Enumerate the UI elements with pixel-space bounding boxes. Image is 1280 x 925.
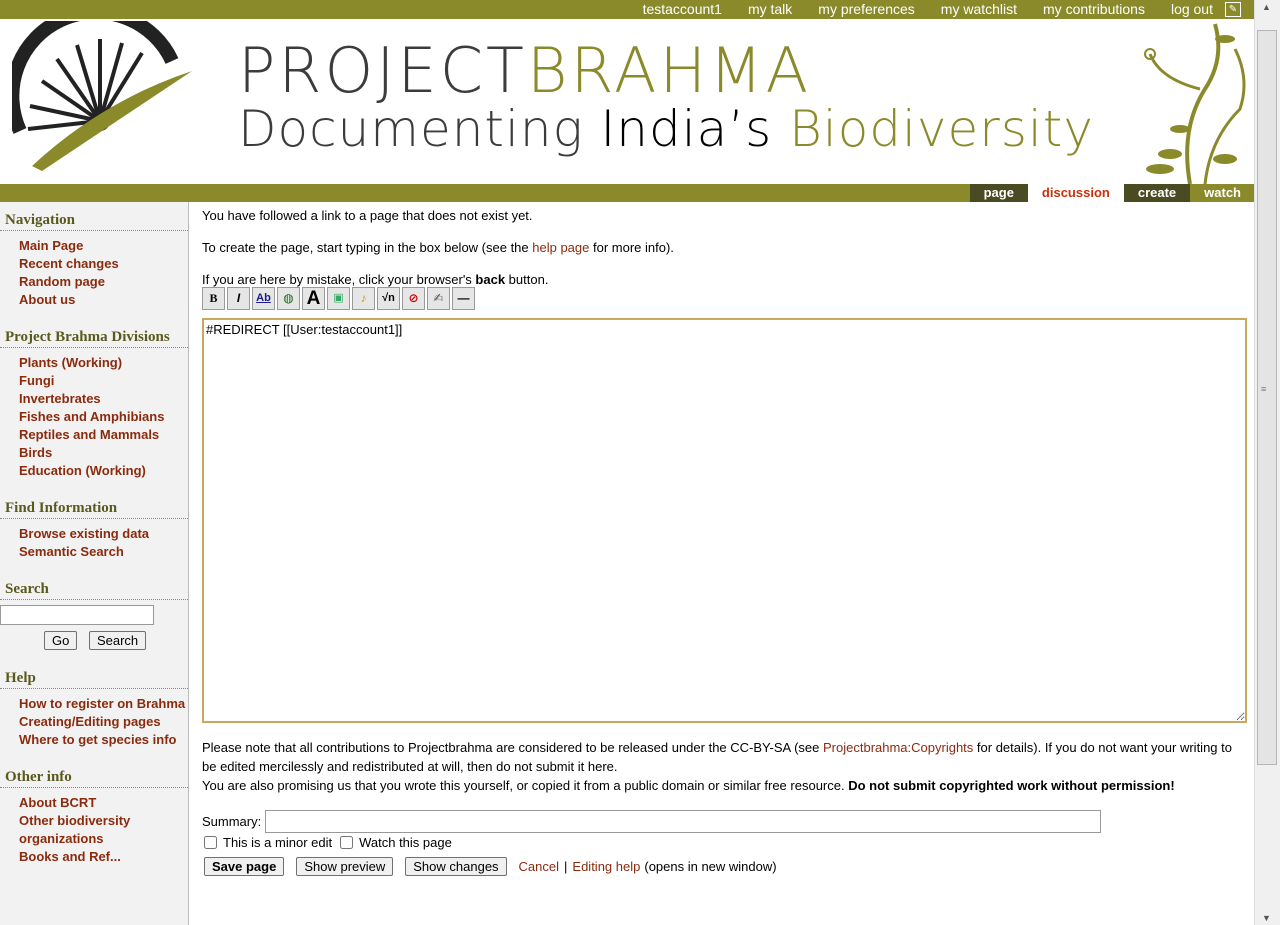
sidebar-item-reptiles-mammals[interactable]: Reptiles and Mammals <box>19 426 188 444</box>
signature-icon[interactable]: ✍ <box>427 287 450 310</box>
personal-toolbar: testaccount1 my talk my preferences my w… <box>0 0 1255 19</box>
headline-icon[interactable]: A <box>302 287 325 310</box>
search-heading: Search <box>0 571 188 600</box>
summary-label: Summary: <box>202 814 262 829</box>
search-button[interactable]: Search <box>88 631 147 650</box>
copyrights-link[interactable]: Projectbrahma:Copyrights <box>823 740 973 755</box>
user-link[interactable]: testaccount1 <box>643 1 722 17</box>
sidebar: Navigation Main Page Recent changes Rand… <box>0 202 189 925</box>
nowiki-icon[interactable]: ⊘ <box>402 287 425 310</box>
sidebar-item-recent-changes[interactable]: Recent changes <box>19 255 188 273</box>
image-icon[interactable]: ▣ <box>327 287 350 310</box>
site-title: PROJECTBRAHMA <box>238 34 811 107</box>
sidebar-item-books[interactable]: Books and Ref... <box>19 848 188 866</box>
sidebar-item-how-to-register[interactable]: How to register on Brahma <box>19 695 188 713</box>
navigation-heading: Navigation <box>0 202 188 231</box>
search-portlet: Search Go Search <box>0 571 188 650</box>
site-header: PROJECTBRAHMA Documenting India’s Biodiv… <box>0 19 1255 184</box>
my-talk-link[interactable]: my talk <box>748 1 792 17</box>
new-window-note: (opens in new window) <box>644 859 777 874</box>
chakra-logo-icon[interactable] <box>12 21 197 181</box>
sidebar-item-invertebrates[interactable]: Invertebrates <box>19 390 188 408</box>
find-portlet: Find Information Browse existing data Se… <box>0 490 188 561</box>
save-page-button[interactable]: Save page <box>204 857 285 876</box>
sidebar-item-random-page[interactable]: Random page <box>19 273 188 291</box>
tab-watch[interactable]: watch <box>1190 184 1255 202</box>
bold-icon[interactable]: B <box>202 287 225 310</box>
minor-edit-checkbox[interactable] <box>204 836 217 849</box>
sidebar-item-fungi[interactable]: Fungi <box>19 372 188 390</box>
sidebar-item-about-bcrt[interactable]: About BCRT <box>19 794 188 812</box>
sidebar-item-species-info[interactable]: Where to get species info <box>19 731 188 749</box>
scroll-down-icon[interactable]: ▼ <box>1262 913 1271 923</box>
copyright-notice: Please note that all contributions to Pr… <box>202 740 1232 793</box>
sidebar-item-other-orgs[interactable]: Other biodiversity organizations <box>19 812 188 848</box>
math-icon[interactable]: √n <box>377 287 400 310</box>
divisions-heading: Project Brahma Divisions <box>0 319 188 348</box>
watch-page-label: Watch this page <box>359 835 452 850</box>
log-out-link[interactable]: log out <box>1171 1 1213 17</box>
scroll-up-icon[interactable]: ▲ <box>1262 2 1271 12</box>
divisions-portlet: Project Brahma Divisions Plants (Working… <box>0 319 188 480</box>
other-portlet: Other info About BCRT Other biodiversity… <box>0 759 188 866</box>
edit-actions: Save page Show preview Show changes Canc… <box>204 857 777 876</box>
edit-options: This is a minor edit Watch this page <box>204 835 452 850</box>
site-tagline: Documenting India’s Biodiversity <box>238 100 1094 158</box>
tab-discussion[interactable]: discussion <box>1027 184 1124 202</box>
no-page-message: You have followed a link to a page that … <box>202 208 533 223</box>
content-tabs: page discussion create watch <box>0 184 1255 202</box>
external-link-icon[interactable]: ◍ <box>277 287 300 310</box>
other-heading: Other info <box>0 759 188 788</box>
watch-page-checkbox[interactable] <box>340 836 354 849</box>
sidebar-item-creating-editing[interactable]: Creating/Editing pages <box>19 713 188 731</box>
help-portlet: Help How to register on Brahma Creating/… <box>0 660 188 749</box>
horizontal-line-icon[interactable]: — <box>452 287 475 310</box>
editing-help-link[interactable]: Editing help <box>572 859 640 874</box>
edit-textarea[interactable]: #REDIRECT [[User:testaccount1]] <box>202 318 1247 723</box>
my-contributions-link[interactable]: my contributions <box>1043 1 1145 17</box>
minor-edit-label: This is a minor edit <box>223 835 333 850</box>
sidebar-item-plants[interactable]: Plants (Working) <box>19 354 188 372</box>
sidebar-item-about-us[interactable]: About us <box>19 291 188 309</box>
vine-decoration-icon <box>1144 23 1246 184</box>
search-input[interactable] <box>0 605 154 625</box>
my-preferences-link[interactable]: my preferences <box>818 1 914 17</box>
my-watchlist-link[interactable]: my watchlist <box>941 1 1017 17</box>
media-icon[interactable]: ♪ <box>352 287 375 310</box>
show-preview-button[interactable]: Show preview <box>296 857 394 876</box>
find-heading: Find Information <box>0 490 188 519</box>
sidebar-item-semantic-search[interactable]: Semantic Search <box>19 543 188 561</box>
page-scrollbar[interactable]: ▲ ≡ ▼ <box>1254 0 1280 925</box>
sidebar-item-main-page[interactable]: Main Page <box>19 237 188 255</box>
italic-icon[interactable]: I <box>227 287 250 310</box>
go-button[interactable]: Go <box>44 631 78 650</box>
tab-create[interactable]: create <box>1123 184 1191 202</box>
cancel-link[interactable]: Cancel <box>519 859 559 874</box>
summary-input[interactable] <box>265 810 1102 833</box>
internal-link-icon[interactable]: Ab <box>252 287 275 310</box>
tab-page[interactable]: page <box>969 184 1028 202</box>
navigation-portlet: Navigation Main Page Recent changes Rand… <box>0 202 188 309</box>
edit-pencil-icon[interactable]: ✎ <box>1225 2 1241 17</box>
sidebar-item-browse-data[interactable]: Browse existing data <box>19 525 188 543</box>
help-heading: Help <box>0 660 188 689</box>
sidebar-item-fishes-amphibians[interactable]: Fishes and Amphibians <box>19 408 188 426</box>
sidebar-item-education[interactable]: Education (Working) <box>19 462 188 480</box>
help-page-link[interactable]: help page <box>532 240 589 255</box>
sidebar-item-birds[interactable]: Birds <box>19 444 188 462</box>
summary-row: Summary: <box>202 810 1102 833</box>
show-changes-button[interactable]: Show changes <box>405 857 507 876</box>
create-instructions: To create the page, start typing in the … <box>202 240 674 255</box>
scroll-grip-icon: ≡ <box>1261 384 1267 394</box>
separator: | <box>564 859 568 874</box>
edit-toolbar: B I Ab ◍ A ▣ ♪ √n ⊘ ✍ — <box>202 287 477 310</box>
